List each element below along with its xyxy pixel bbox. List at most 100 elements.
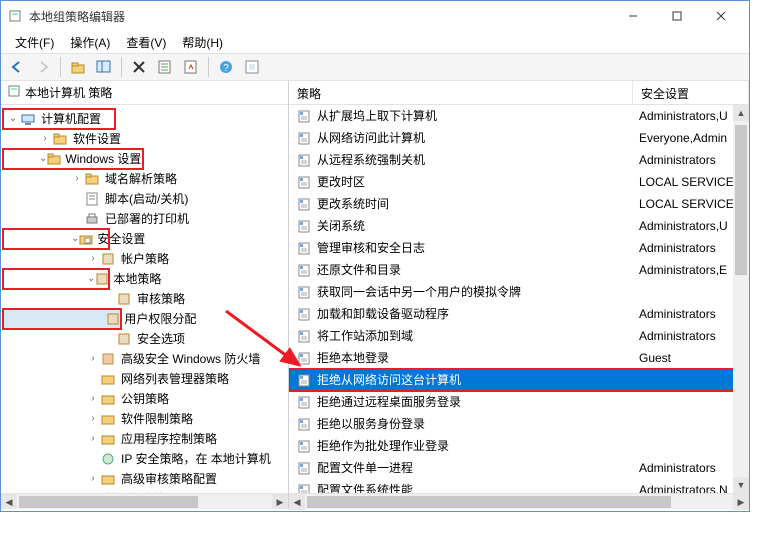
scroll-right-button[interactable]: ▶ bbox=[733, 494, 749, 510]
policy-row[interactable]: 拒绝作为批处理作业登录 bbox=[289, 435, 749, 457]
tree-node-software-settings[interactable]: › 软件设置 bbox=[3, 129, 286, 149]
audit-icon bbox=[115, 292, 133, 306]
policy-cell: 更改时区 bbox=[289, 171, 633, 193]
menu-view[interactable]: 查看(V) bbox=[120, 32, 172, 53]
tree-node-software-restriction[interactable]: › 软件限制策略 bbox=[3, 409, 286, 429]
menu-help[interactable]: 帮助(H) bbox=[176, 32, 229, 53]
tree-node-scripts[interactable]: · 脚本(启动/关机) bbox=[3, 189, 286, 209]
expand-icon[interactable]: › bbox=[87, 469, 99, 489]
back-button[interactable] bbox=[5, 55, 29, 79]
expand-icon[interactable]: ⌄ bbox=[39, 149, 47, 169]
policy-row[interactable]: 拒绝从网络访问这台计算机 bbox=[289, 369, 749, 391]
tree-node-deployed-printers[interactable]: · 已部署的打印机 bbox=[3, 209, 286, 229]
expand-icon[interactable]: › bbox=[39, 129, 51, 149]
tree-node-local-policies[interactable]: ⌄ 本地策略 bbox=[3, 269, 109, 289]
tree-node-app-control[interactable]: › 应用程序控制策略 bbox=[3, 429, 286, 449]
close-button[interactable] bbox=[699, 2, 743, 30]
maximize-button[interactable] bbox=[655, 2, 699, 30]
expand-icon[interactable]: › bbox=[87, 249, 99, 269]
policy-row[interactable]: 还原文件和目录Administrators,E bbox=[289, 259, 749, 281]
tree-horizontal-scrollbar[interactable]: ◀ ▶ bbox=[1, 493, 288, 509]
setting-cell: Administrators,U bbox=[633, 215, 749, 237]
qos-icon bbox=[83, 492, 101, 493]
expand-icon[interactable]: › bbox=[71, 489, 83, 493]
policy-row[interactable]: 将工作站添加到域Administrators bbox=[289, 325, 749, 347]
tree-node-public-key[interactable]: › 公钥策略 bbox=[3, 389, 286, 409]
policy-name: 配置文件单一进程 bbox=[317, 457, 413, 479]
expand-icon[interactable]: ⌄ bbox=[71, 229, 79, 249]
tree-node-user-rights[interactable]: · 用户权限分配 bbox=[3, 309, 121, 329]
list-vertical-scrollbar[interactable]: ▲ ▼ bbox=[733, 105, 749, 493]
policy-row[interactable]: 配置文件单一进程Administrators bbox=[289, 457, 749, 479]
refresh-button[interactable] bbox=[240, 55, 264, 79]
col-policy[interactable]: 策略 bbox=[289, 81, 633, 104]
list-horizontal-scrollbar[interactable]: ◀ ▶ bbox=[289, 493, 749, 509]
expand-icon[interactable]: › bbox=[87, 429, 99, 449]
tree-node-ipsec[interactable]: · IP 安全策略，在 本地计算机 bbox=[3, 449, 286, 469]
scroll-left-button[interactable]: ◀ bbox=[289, 494, 305, 510]
expand-icon[interactable]: ⌄ bbox=[7, 109, 19, 129]
tree-node-security-options[interactable]: · 安全选项 bbox=[3, 329, 286, 349]
scroll-thumb[interactable] bbox=[307, 496, 671, 508]
show-hide-tree-button[interactable] bbox=[92, 55, 116, 79]
rights-icon bbox=[106, 312, 120, 326]
policy-row[interactable]: 拒绝以服务身份登录 bbox=[289, 413, 749, 435]
scroll-thumb[interactable] bbox=[19, 496, 198, 508]
firewall-icon bbox=[99, 352, 117, 366]
tree-node-security-settings[interactable]: ⌄ 安全设置 bbox=[3, 229, 109, 249]
tree-node-firewall[interactable]: › 高级安全 Windows 防火墙 bbox=[3, 349, 286, 369]
expand-icon[interactable]: › bbox=[87, 409, 99, 429]
tree-node-account-policies[interactable]: › 帐户策略 bbox=[3, 249, 286, 269]
tree-node-windows-settings[interactable]: ⌄ Windows 设置 bbox=[3, 149, 143, 169]
tree-pane: 本地计算机 策略 ⌄ 计算机配置 › 软件设置 ⌄ Windows 设置 bbox=[1, 81, 289, 509]
minimize-button[interactable] bbox=[611, 2, 655, 30]
up-button[interactable] bbox=[66, 55, 90, 79]
policy-row[interactable]: 从远程系统强制关机Administrators bbox=[289, 149, 749, 171]
folder-icon bbox=[51, 133, 69, 145]
scroll-thumb[interactable] bbox=[735, 125, 747, 275]
policy-row[interactable]: 更改系统时间LOCAL SERVICE, bbox=[289, 193, 749, 215]
export-button[interactable] bbox=[179, 55, 203, 79]
expand-icon[interactable]: › bbox=[87, 389, 99, 409]
scroll-track[interactable] bbox=[17, 494, 272, 509]
list-body[interactable]: 从扩展坞上取下计算机Administrators,U从网络访问此计算机Every… bbox=[289, 105, 749, 493]
policy-row[interactable]: 管理审核和安全日志Administrators bbox=[289, 237, 749, 259]
col-setting[interactable]: 安全设置 bbox=[633, 81, 749, 104]
tree-node-dns-policy[interactable]: › 域名解析策略 bbox=[3, 169, 286, 189]
scroll-up-button[interactable]: ▲ bbox=[733, 105, 749, 121]
policy-row[interactable]: 更改时区LOCAL SERVICE, bbox=[289, 171, 749, 193]
expand-icon[interactable]: › bbox=[87, 349, 99, 369]
policy-row[interactable]: 加载和卸载设备驱动程序Administrators bbox=[289, 303, 749, 325]
setting-cell: Guest bbox=[633, 347, 749, 369]
policy-row[interactable]: 从扩展坞上取下计算机Administrators,U bbox=[289, 105, 749, 127]
policy-name: 管理审核和安全日志 bbox=[317, 237, 425, 259]
tree-node-network-list[interactable]: · 网络列表管理器策略 bbox=[3, 369, 286, 389]
forward-button[interactable] bbox=[31, 55, 55, 79]
policy-row[interactable]: 拒绝本地登录 Guest bbox=[289, 347, 749, 369]
policy-icon bbox=[295, 351, 313, 365]
policy-row[interactable]: 配置文件系统性能Administrators,N bbox=[289, 479, 749, 493]
policy-name: 拒绝本地登录 bbox=[317, 347, 389, 369]
tree-body[interactable]: ⌄ 计算机配置 › 软件设置 ⌄ Windows 设置 › bbox=[1, 105, 288, 493]
policy-row[interactable]: 从网络访问此计算机Everyone,Admin bbox=[289, 127, 749, 149]
scroll-down-button[interactable]: ▼ bbox=[733, 477, 749, 493]
expand-icon[interactable]: ⌄ bbox=[87, 269, 95, 289]
delete-button[interactable] bbox=[127, 55, 151, 79]
properties-button[interactable] bbox=[153, 55, 177, 79]
help-button[interactable]: ? bbox=[214, 55, 238, 79]
policy-row[interactable]: 拒绝通过远程桌面服务登录 bbox=[289, 391, 749, 413]
policy-row[interactable]: 关闭系统Administrators,U bbox=[289, 215, 749, 237]
scroll-right-button[interactable]: ▶ bbox=[272, 494, 288, 509]
tree-node-computer-config[interactable]: ⌄ 计算机配置 bbox=[3, 109, 115, 129]
tree-node-advanced-audit[interactable]: › 高级审核策略配置 bbox=[3, 469, 286, 489]
folder-icon bbox=[99, 373, 117, 385]
tree-node-audit-policy[interactable]: · 审核策略 bbox=[3, 289, 286, 309]
expand-icon[interactable]: › bbox=[71, 169, 83, 189]
setting-cell: Everyone,Admin bbox=[633, 127, 749, 149]
menu-file[interactable]: 文件(F) bbox=[9, 32, 60, 53]
policy-row[interactable]: 获取同一会话中另一个用户的模拟令牌 bbox=[289, 281, 749, 303]
menu-action[interactable]: 操作(A) bbox=[64, 32, 116, 53]
scroll-track[interactable] bbox=[305, 494, 733, 509]
scroll-left-button[interactable]: ◀ bbox=[1, 494, 17, 509]
policy-name: 拒绝作为批处理作业登录 bbox=[317, 435, 449, 457]
